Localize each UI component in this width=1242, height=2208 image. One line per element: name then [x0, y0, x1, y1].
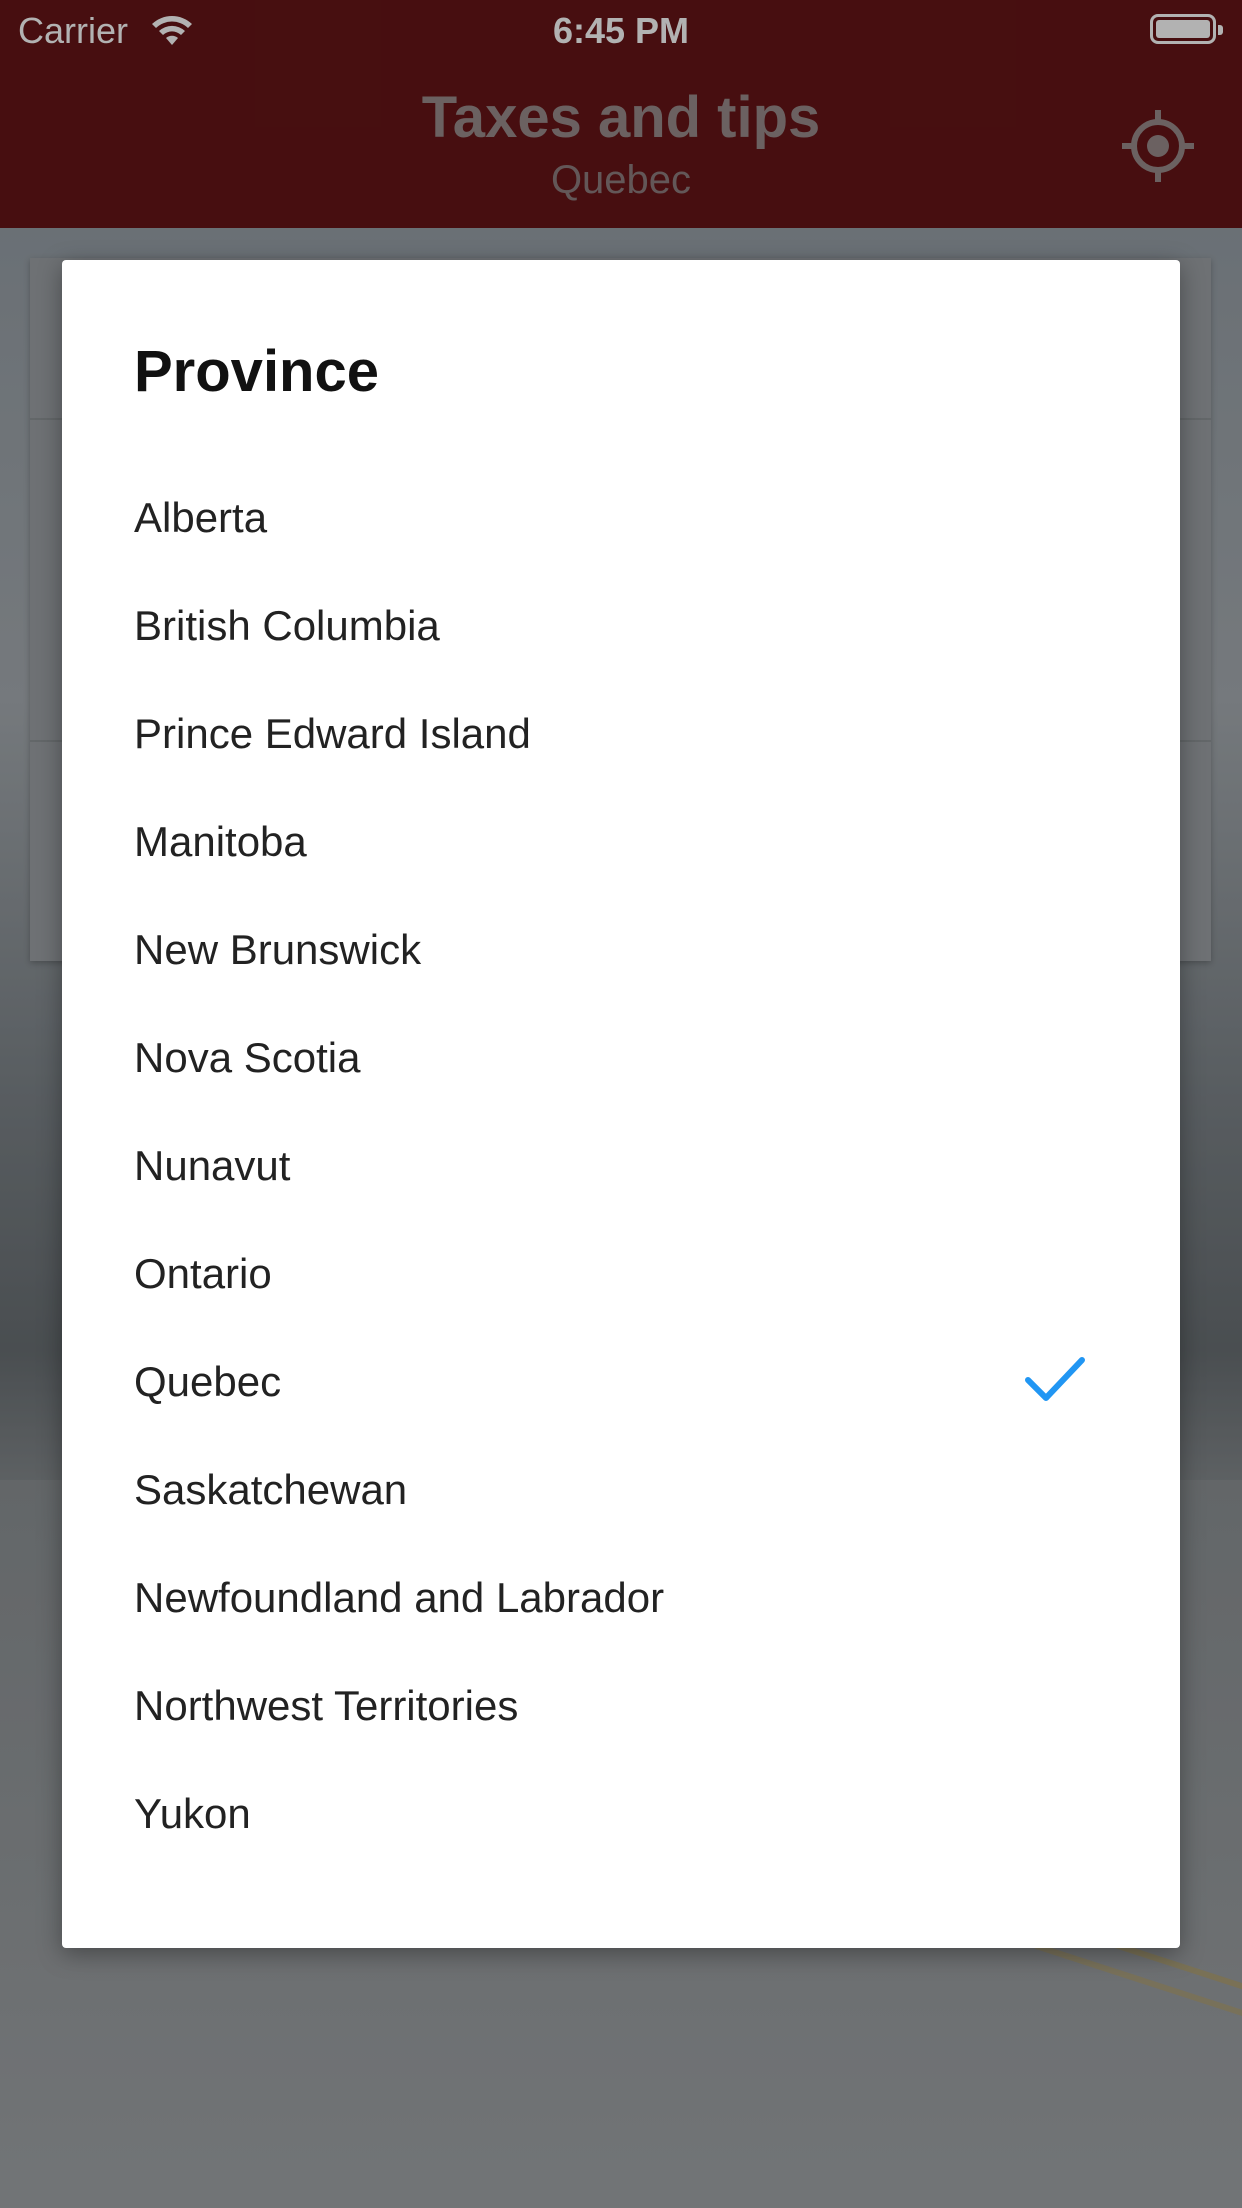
province-option-label: Saskatchewan	[134, 1466, 408, 1513]
province-option-label: Nova Scotia	[134, 1034, 361, 1081]
province-option-ontario[interactable]: Ontario	[62, 1222, 1180, 1330]
province-option-new-brunswick[interactable]: New Brunswick	[62, 898, 1180, 1006]
province-option-manitoba[interactable]: Manitoba	[62, 790, 1180, 898]
province-option-label: Newfoundland and Labrador	[134, 1574, 665, 1621]
province-option-label: New Brunswick	[134, 926, 422, 973]
province-option-northwest-territories[interactable]: Northwest Territories	[62, 1654, 1180, 1762]
province-option-label: Ontario	[134, 1250, 272, 1297]
dialog-title: Province	[134, 339, 379, 404]
province-option-label: Northwest Territories	[134, 1682, 519, 1729]
province-option-label: Yukon	[134, 1790, 251, 1837]
checkmark-icon	[1025, 1357, 1085, 1401]
province-option-nunavut[interactable]: Nunavut	[62, 1114, 1180, 1222]
province-option-label: Nunavut	[134, 1142, 291, 1189]
province-option-alberta[interactable]: Alberta	[62, 466, 1180, 574]
province-option-label: Quebec	[134, 1358, 282, 1405]
province-option-newfoundland-and-labrador[interactable]: Newfoundland and Labrador	[62, 1546, 1180, 1654]
province-option-label: Manitoba	[134, 818, 307, 865]
province-option-yukon[interactable]: Yukon	[62, 1762, 1180, 1870]
province-option-label: Alberta	[134, 494, 268, 541]
province-option-nova-scotia[interactable]: Nova Scotia	[62, 1006, 1180, 1114]
province-option-prince-edward-island[interactable]: Prince Edward Island	[62, 682, 1180, 790]
province-option-quebec[interactable]: Quebec	[62, 1330, 1180, 1438]
province-option-saskatchewan[interactable]: Saskatchewan	[62, 1438, 1180, 1546]
province-option-label: Prince Edward Island	[134, 710, 531, 757]
province-list: Alberta British Columbia Prince Edward Isl…	[62, 466, 1180, 1870]
province-dialog: Province Alberta British Columbia Prince E…	[62, 260, 1180, 1948]
province-option-british-columbia[interactable]: British Columbia	[62, 574, 1180, 682]
province-option-label: British Columbia	[134, 602, 440, 649]
